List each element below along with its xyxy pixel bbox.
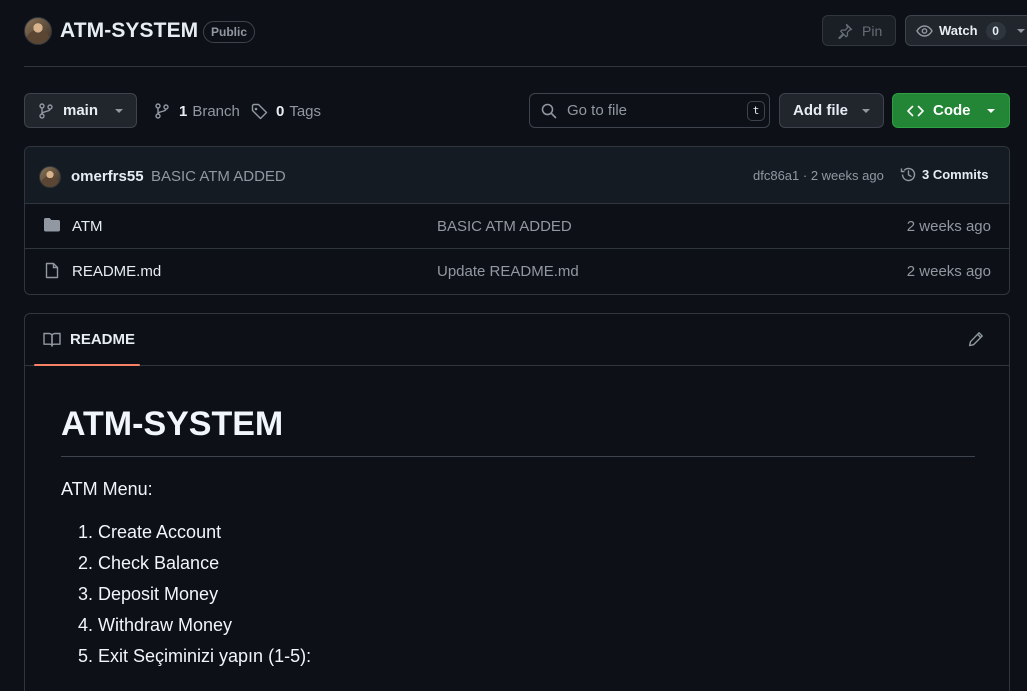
list-item: 1. Create Account	[78, 522, 222, 542]
branch-name: main	[63, 102, 99, 119]
pin-icon	[837, 23, 853, 39]
eye-icon	[916, 23, 933, 39]
add-file-button[interactable]: Add file	[779, 93, 884, 128]
commit-hash-time[interactable]: dfc86a1 · 2 weeks ago	[753, 168, 884, 183]
file-commit-message[interactable]: Update README.md	[437, 263, 579, 280]
tag-icon	[251, 103, 268, 120]
file-icon	[45, 262, 59, 279]
folder-icon	[43, 217, 61, 233]
readme-panel: README ATM-SYSTEM ATM Menu: 1. Create Ac…	[24, 313, 1010, 691]
branch-icon	[155, 103, 169, 119]
commit-message[interactable]: BASIC ATM ADDED	[151, 168, 286, 185]
go-to-file-search[interactable]: Go to file t	[529, 93, 770, 128]
list-item: 3. Deposit Money	[78, 584, 219, 604]
commits-count-label: 3 Commits	[922, 167, 989, 182]
file-commit-message[interactable]: BASIC ATM ADDED	[437, 218, 572, 235]
search-shortcut-key: t	[747, 100, 765, 121]
readme-tab-label: README	[70, 331, 136, 348]
commit-author-avatar[interactable]	[39, 166, 61, 188]
search-icon	[541, 103, 557, 119]
file-time: 2 weeks ago	[906, 263, 991, 280]
commits-link[interactable]: 3 Commits	[900, 166, 988, 183]
watch-label: Watch	[939, 23, 978, 38]
branch-icon	[39, 102, 53, 119]
readme-title: ATM-SYSTEM	[61, 405, 284, 443]
branch-selector[interactable]: main	[24, 93, 137, 128]
tag-count: 0	[276, 102, 285, 120]
visibility-badge: Public	[203, 21, 256, 43]
file-name[interactable]: README.md	[72, 263, 161, 280]
history-icon	[900, 166, 917, 183]
repo-name[interactable]: ATM-SYSTEM	[60, 19, 198, 43]
pin-button[interactable]: Pin	[822, 15, 896, 46]
readme-intro: ATM Menu:	[61, 479, 153, 499]
file-browser: omerfrs55 BASIC ATM ADDED dfc86a1 · 2 we…	[24, 146, 1010, 295]
code-label: Code	[933, 102, 971, 119]
file-row[interactable]: README.md Update README.md 2 weeks ago	[25, 249, 1009, 294]
latest-commit-bar: omerfrs55 BASIC ATM ADDED dfc86a1 · 2 we…	[25, 147, 1009, 204]
add-file-label: Add file	[793, 102, 848, 119]
search-placeholder: Go to file	[567, 102, 628, 119]
tags-link[interactable]: 0 Tags	[251, 102, 321, 120]
chevron-down-icon	[986, 108, 996, 114]
file-row[interactable]: ATM BASIC ATM ADDED 2 weeks ago	[25, 204, 1009, 249]
menu-list: 1. Create Account 2. Check Balance 3. De…	[78, 517, 311, 672]
chevron-down-icon	[861, 108, 871, 114]
chevron-down-icon	[114, 108, 124, 114]
tag-label: Tags	[289, 102, 322, 120]
title-divider	[61, 456, 975, 457]
readme-header: README	[25, 314, 1009, 366]
file-time: 2 weeks ago	[906, 218, 991, 235]
list-item: 4. Withdraw Money	[78, 615, 233, 635]
file-name[interactable]: ATM	[72, 218, 103, 235]
list-item: 2. Check Balance	[78, 553, 220, 573]
book-icon	[43, 332, 61, 347]
watch-count: 0	[985, 21, 1006, 40]
owner-avatar[interactable]	[24, 17, 52, 45]
commit-author[interactable]: omerfrs55	[71, 168, 144, 185]
pin-label: Pin	[862, 22, 883, 39]
code-icon	[907, 105, 924, 117]
code-button[interactable]: Code	[892, 93, 1010, 128]
watch-button[interactable]: Watch 0	[905, 15, 1027, 46]
branch-label: Branch	[192, 102, 240, 120]
chevron-down-icon	[1016, 28, 1026, 34]
branches-link[interactable]: 1 Branch	[155, 102, 240, 120]
pencil-icon[interactable]	[968, 331, 984, 347]
readme-tab-indicator	[34, 364, 140, 366]
readme-tab[interactable]: README	[43, 331, 135, 348]
branch-count: 1	[179, 102, 188, 120]
list-item: 5. Exit Seçiminizi yapın (1-5):	[78, 646, 312, 666]
